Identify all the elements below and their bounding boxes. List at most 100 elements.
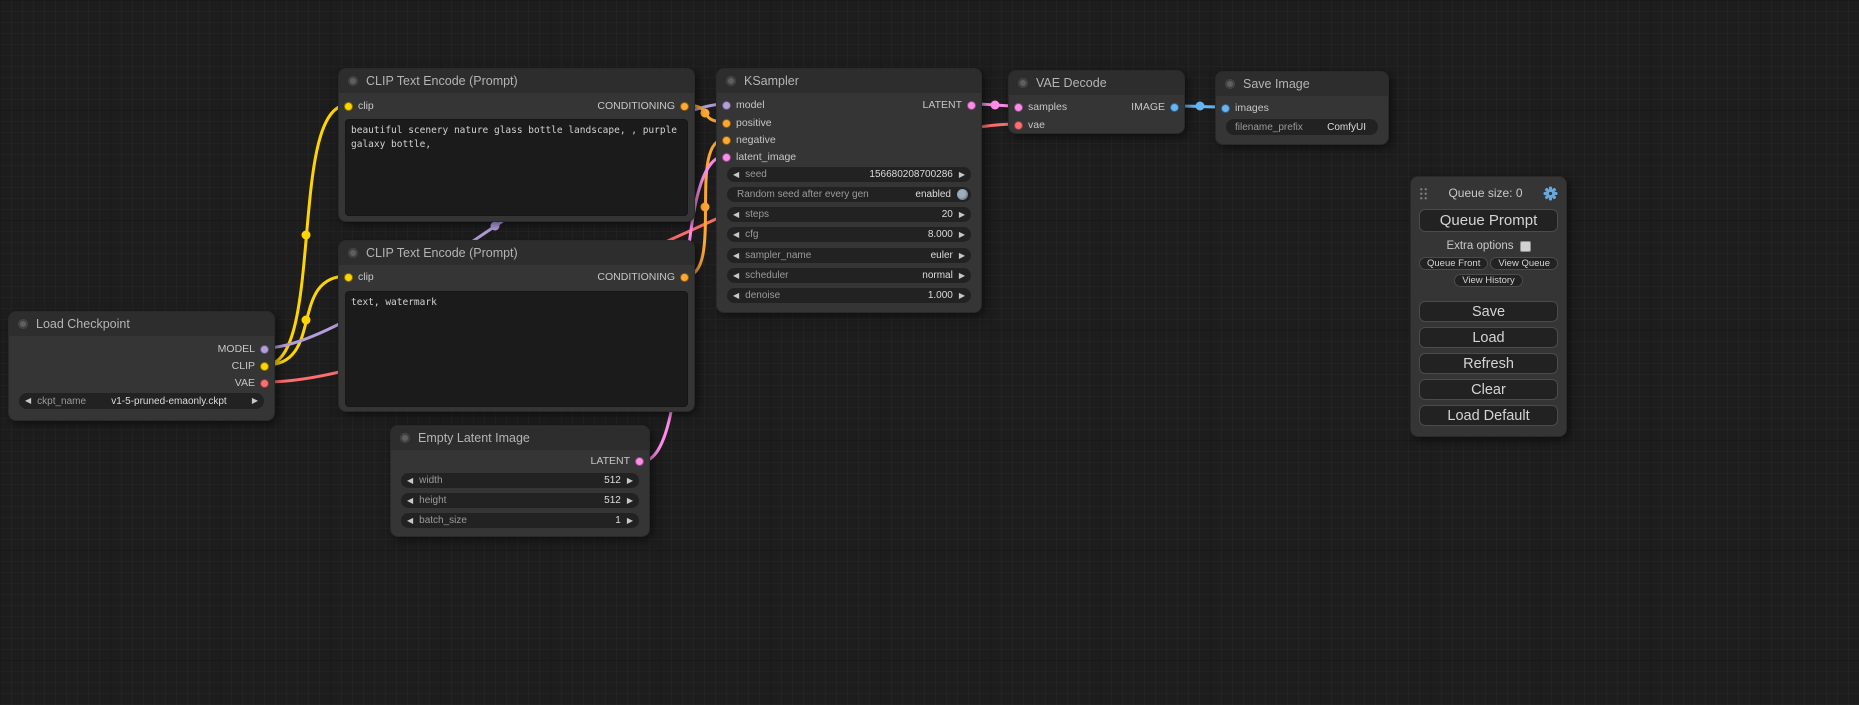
collapse-dot-icon[interactable] [348, 76, 358, 86]
decrement-arrow-icon[interactable]: ◀ [733, 231, 739, 239]
queue-panel: Queue size: 0 Queue Prompt Extra options… [1410, 176, 1567, 437]
increment-arrow-icon[interactable]: ▶ [959, 171, 965, 179]
input-port-positive-icon[interactable] [722, 119, 731, 128]
collapse-dot-icon[interactable] [726, 76, 736, 86]
widget-seed[interactable]: ◀ seed 156680208700286 ▶ [727, 167, 971, 182]
node-title-bar[interactable]: KSampler [717, 69, 981, 93]
input-port-latent-image-icon[interactable] [722, 153, 731, 162]
decrement-arrow-icon[interactable]: ◀ [407, 517, 413, 525]
slot-label: VAE [235, 377, 255, 389]
output-slot-clip: CLIP [232, 359, 269, 373]
node-clip-text-encode-negative[interactable]: CLIP Text Encode (Prompt) clip CONDITION… [338, 240, 695, 412]
node-title-bar[interactable]: CLIP Text Encode (Prompt) [339, 69, 694, 93]
input-port-images-icon[interactable] [1221, 104, 1230, 113]
view-history-button[interactable]: View History [1454, 274, 1523, 287]
node-title-bar[interactable]: Save Image [1216, 72, 1388, 96]
input-port-negative-icon[interactable] [722, 136, 731, 145]
output-port-conditioning-icon[interactable] [680, 273, 689, 282]
node-vae-decode[interactable]: VAE Decode samples vae IMAGE [1008, 70, 1185, 134]
collapse-dot-icon[interactable] [1018, 78, 1028, 88]
collapse-dot-icon[interactable] [400, 433, 410, 443]
increment-arrow-icon[interactable]: ▶ [959, 211, 965, 219]
output-slot-latent: LATENT [923, 98, 976, 112]
increment-arrow-icon[interactable]: ▶ [959, 252, 965, 260]
view-queue-button[interactable]: View Queue [1490, 257, 1558, 270]
node-title-bar[interactable]: CLIP Text Encode (Prompt) [339, 241, 694, 265]
decrement-arrow-icon[interactable]: ◀ [733, 171, 739, 179]
output-port-latent-icon[interactable] [635, 457, 644, 466]
decrement-arrow-icon[interactable]: ◀ [407, 477, 413, 485]
decrement-arrow-icon[interactable]: ◀ [733, 272, 739, 280]
increment-arrow-icon[interactable]: ▶ [627, 497, 633, 505]
node-load-checkpoint[interactable]: Load Checkpoint MODEL CLIP VAE ◀ ckpt_na… [8, 311, 275, 421]
widget-batch-size[interactable]: ◀ batch_size 1 ▶ [401, 513, 639, 528]
widget-width[interactable]: ◀ width 512 ▶ [401, 473, 639, 488]
widget-steps[interactable]: ◀ steps 20 ▶ [727, 207, 971, 222]
increment-arrow-icon[interactable]: ▶ [627, 517, 633, 525]
input-slot-negative: negative [722, 133, 776, 147]
increment-arrow-icon[interactable]: ▶ [959, 231, 965, 239]
input-port-clip-icon[interactable] [344, 102, 353, 111]
output-port-model-icon[interactable] [260, 345, 269, 354]
output-slot-model: MODEL [218, 342, 269, 356]
widget-label: filename_prefix [1232, 122, 1303, 133]
queue-prompt-button[interactable]: Queue Prompt [1419, 209, 1558, 232]
toggle-knob-icon[interactable] [957, 189, 968, 200]
node-title-bar[interactable]: Empty Latent Image [391, 426, 649, 450]
widget-denoise[interactable]: ◀ denoise 1.000 ▶ [727, 288, 971, 303]
increment-arrow-icon[interactable]: ▶ [252, 397, 258, 405]
node-title-bar[interactable]: Load Checkpoint [9, 312, 274, 336]
input-slot-images: images [1221, 101, 1269, 115]
increment-arrow-icon[interactable]: ▶ [627, 477, 633, 485]
settings-gear-icon[interactable] [1543, 186, 1558, 201]
output-port-vae-icon[interactable] [260, 379, 269, 388]
slot-label: samples [1028, 101, 1067, 113]
queue-front-button[interactable]: Queue Front [1419, 257, 1488, 270]
increment-arrow-icon[interactable]: ▶ [959, 292, 965, 300]
widget-cfg[interactable]: ◀ cfg 8.000 ▶ [727, 227, 971, 242]
widget-scheduler[interactable]: ◀ scheduler normal ▶ [727, 268, 971, 283]
load-button[interactable]: Load [1419, 327, 1558, 348]
save-button[interactable]: Save [1419, 301, 1558, 322]
negative-prompt-textarea[interactable]: text, watermark [345, 291, 688, 407]
drag-handle-icon[interactable] [1419, 187, 1428, 200]
widget-random-seed-toggle[interactable]: Random seed after every gen enabled [727, 187, 971, 202]
node-title-bar[interactable]: VAE Decode [1009, 71, 1184, 95]
decrement-arrow-icon[interactable]: ◀ [733, 252, 739, 260]
extra-options-checkbox[interactable] [1520, 241, 1531, 252]
decrement-arrow-icon[interactable]: ◀ [733, 292, 739, 300]
node-clip-text-encode-positive[interactable]: CLIP Text Encode (Prompt) clip CONDITION… [338, 68, 695, 222]
widget-sampler-name[interactable]: ◀ sampler_name euler ▶ [727, 248, 971, 263]
output-port-image-icon[interactable] [1170, 103, 1179, 112]
extra-options-row: Extra options [1419, 239, 1558, 253]
collapse-dot-icon[interactable] [348, 248, 358, 258]
input-port-samples-icon[interactable] [1014, 103, 1023, 112]
widget-label: ckpt_name [37, 396, 86, 407]
node-empty-latent-image[interactable]: Empty Latent Image LATENT ◀ width 512 ▶ … [390, 425, 650, 537]
slot-label: CONDITIONING [597, 271, 675, 283]
clear-button[interactable]: Clear [1419, 379, 1558, 400]
output-port-clip-icon[interactable] [260, 362, 269, 371]
positive-prompt-textarea[interactable]: beautiful scenery nature glass bottle la… [345, 119, 688, 216]
collapse-dot-icon[interactable] [18, 319, 28, 329]
widget-height[interactable]: ◀ height 512 ▶ [401, 493, 639, 508]
refresh-button[interactable]: Refresh [1419, 353, 1558, 374]
widget-ckpt-name[interactable]: ◀ ckpt_name v1-5-pruned-emaonly.ckpt ▶ [19, 393, 264, 409]
input-port-vae-icon[interactable] [1014, 121, 1023, 130]
input-port-clip-icon[interactable] [344, 273, 353, 282]
slot-label: CONDITIONING [597, 100, 675, 112]
node-save-image[interactable]: Save Image images filename_prefix ComfyU… [1215, 71, 1389, 145]
decrement-arrow-icon[interactable]: ◀ [407, 497, 413, 505]
load-default-button[interactable]: Load Default [1419, 405, 1558, 426]
output-port-conditioning-icon[interactable] [680, 102, 689, 111]
collapse-dot-icon[interactable] [1225, 79, 1235, 89]
node-ksampler[interactable]: KSampler model positive negative latent_… [716, 68, 982, 313]
increment-arrow-icon[interactable]: ▶ [959, 272, 965, 280]
widget-value: 20 [775, 209, 953, 220]
widget-label: denoise [745, 290, 780, 301]
output-port-latent-icon[interactable] [967, 101, 976, 110]
decrement-arrow-icon[interactable]: ◀ [733, 211, 739, 219]
input-port-model-icon[interactable] [722, 101, 731, 110]
decrement-arrow-icon[interactable]: ◀ [25, 397, 31, 405]
widget-filename-prefix[interactable]: filename_prefix ComfyUI [1226, 119, 1378, 135]
